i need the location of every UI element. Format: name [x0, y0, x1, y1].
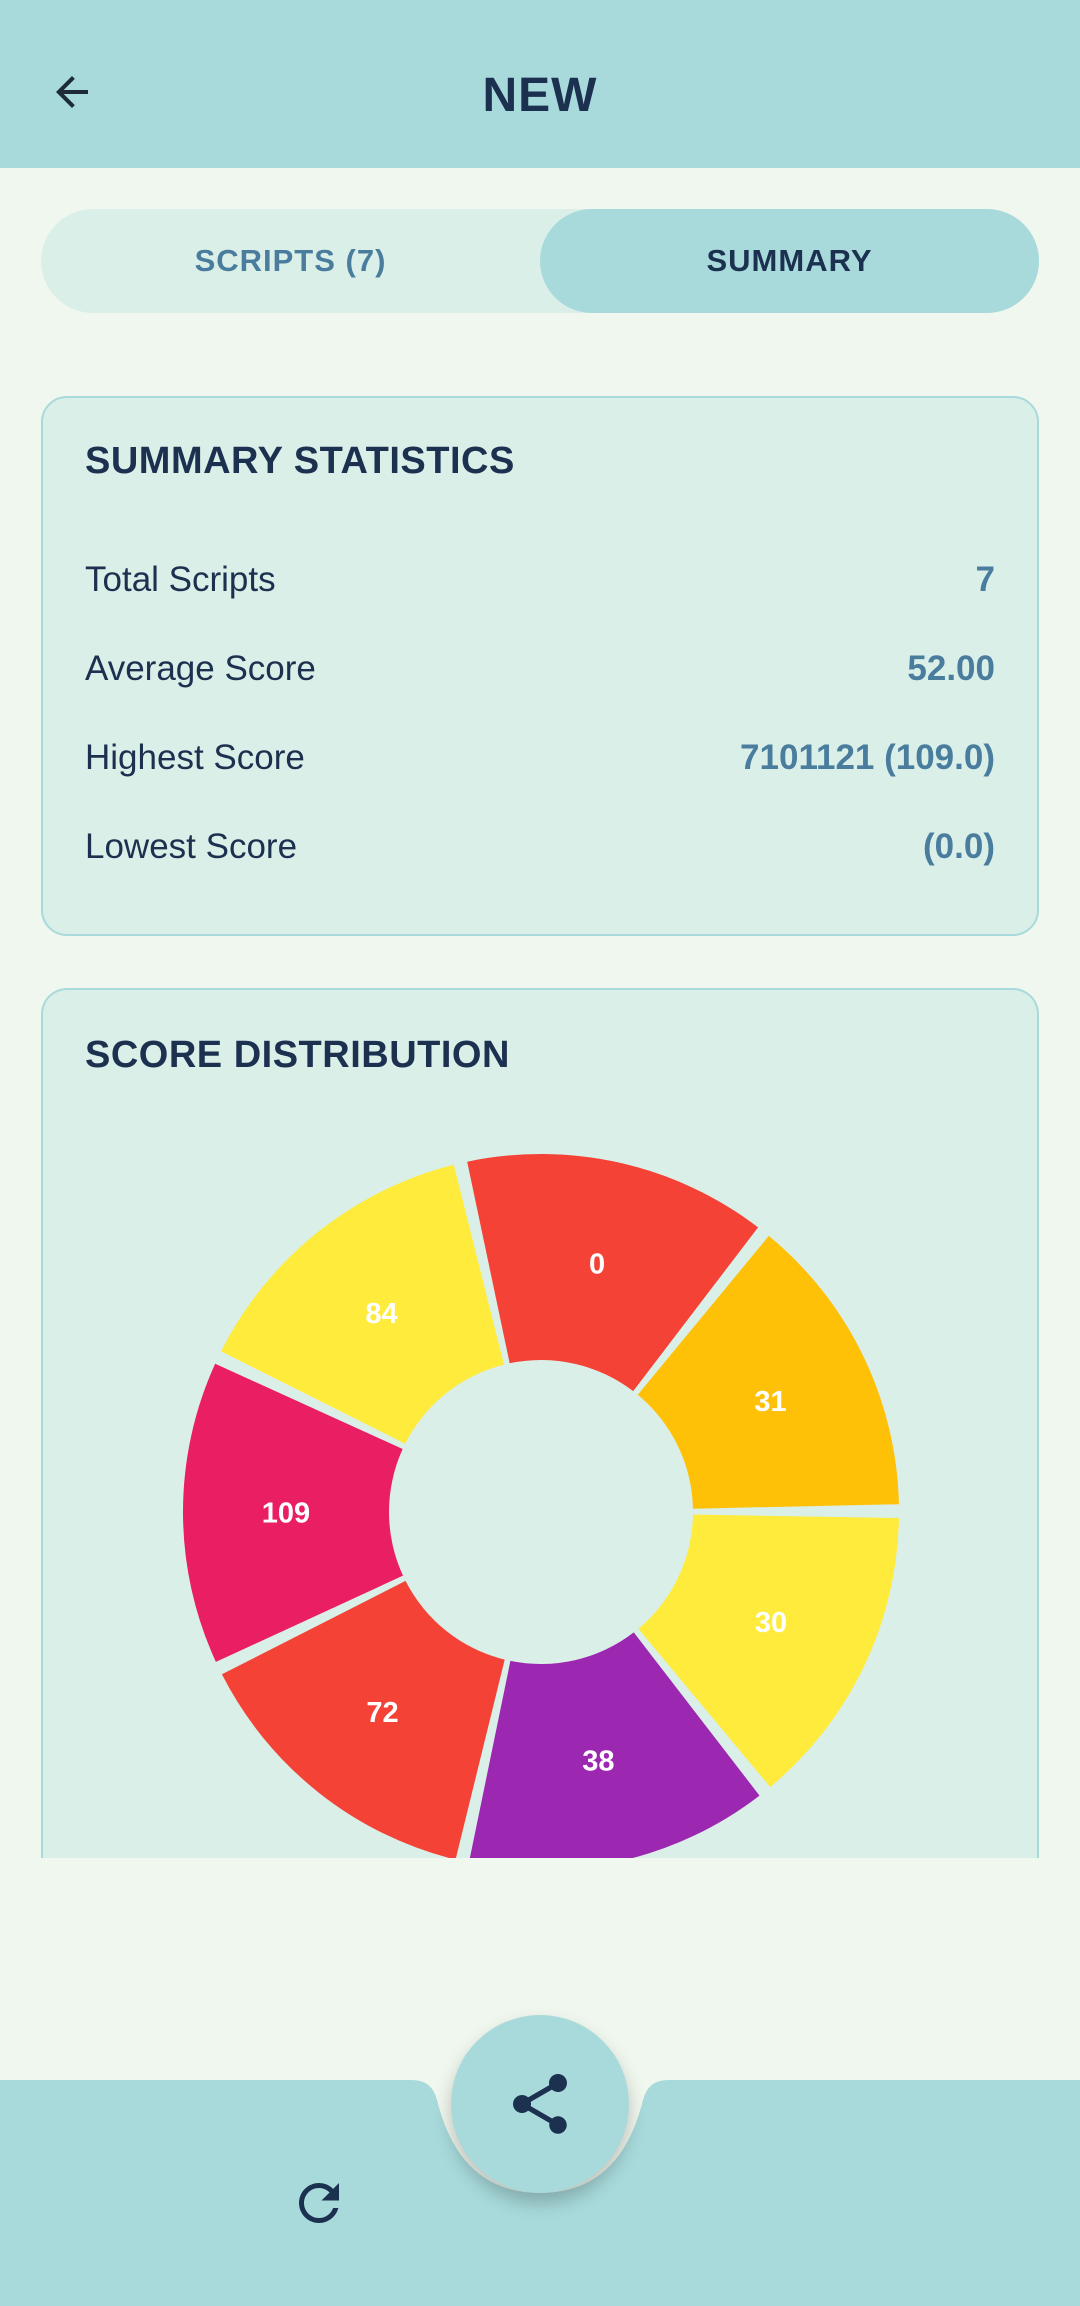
stat-value: 7101121 (109.0): [740, 738, 995, 777]
stat-label: Lowest Score: [85, 827, 298, 866]
share-button[interactable]: [451, 2015, 629, 2193]
stat-row-lowest-score: Lowest Score (0.0): [85, 817, 995, 877]
tab-summary[interactable]: SUMMARY: [540, 209, 1039, 313]
app-header: NEW: [0, 0, 1080, 168]
score-distribution-chart: 0 31 30 38 72 109 84: [183, 1154, 899, 1858]
stat-value: 7: [975, 560, 995, 599]
slice-label-0: 0: [589, 1248, 605, 1280]
slice-label-30: 30: [755, 1607, 787, 1639]
stat-value: 52.00: [907, 649, 995, 688]
slice-label-72: 72: [366, 1697, 398, 1729]
refresh-button[interactable]: [286, 2170, 352, 2236]
segmented-tabs: SCRIPTS (7) SUMMARY: [41, 209, 1039, 313]
stat-value: (0.0): [923, 827, 995, 866]
score-distribution-card: SCORE DISTRIBUTION 0 31 30 38 72 109 84: [41, 988, 1039, 1858]
stat-label: Total Scripts: [85, 560, 276, 599]
stat-label: Average Score: [85, 649, 316, 688]
share-icon: [512, 2074, 568, 2134]
slice-label-84: 84: [365, 1298, 397, 1330]
summary-statistics-title: SUMMARY STATISTICS: [85, 440, 515, 482]
stat-row-total-scripts: Total Scripts 7: [85, 550, 995, 610]
page-title: NEW: [482, 68, 598, 122]
slice-label-31: 31: [754, 1386, 786, 1418]
slice-label-109: 109: [262, 1498, 310, 1530]
tab-scripts[interactable]: SCRIPTS (7): [41, 209, 540, 313]
summary-statistics-card: SUMMARY STATISTICS Total Scripts 7 Avera…: [41, 396, 1039, 936]
stat-label: Highest Score: [85, 738, 305, 777]
stat-row-average-score: Average Score 52.00: [85, 639, 995, 699]
slice-label-38: 38: [582, 1745, 614, 1777]
refresh-icon: [299, 2183, 339, 2223]
app-root: NEW SCRIPTS (7) SUMMARY SUMMARY STATISTI…: [0, 0, 1080, 2306]
stat-row-highest-score: Highest Score 7101121 (109.0): [85, 728, 995, 788]
